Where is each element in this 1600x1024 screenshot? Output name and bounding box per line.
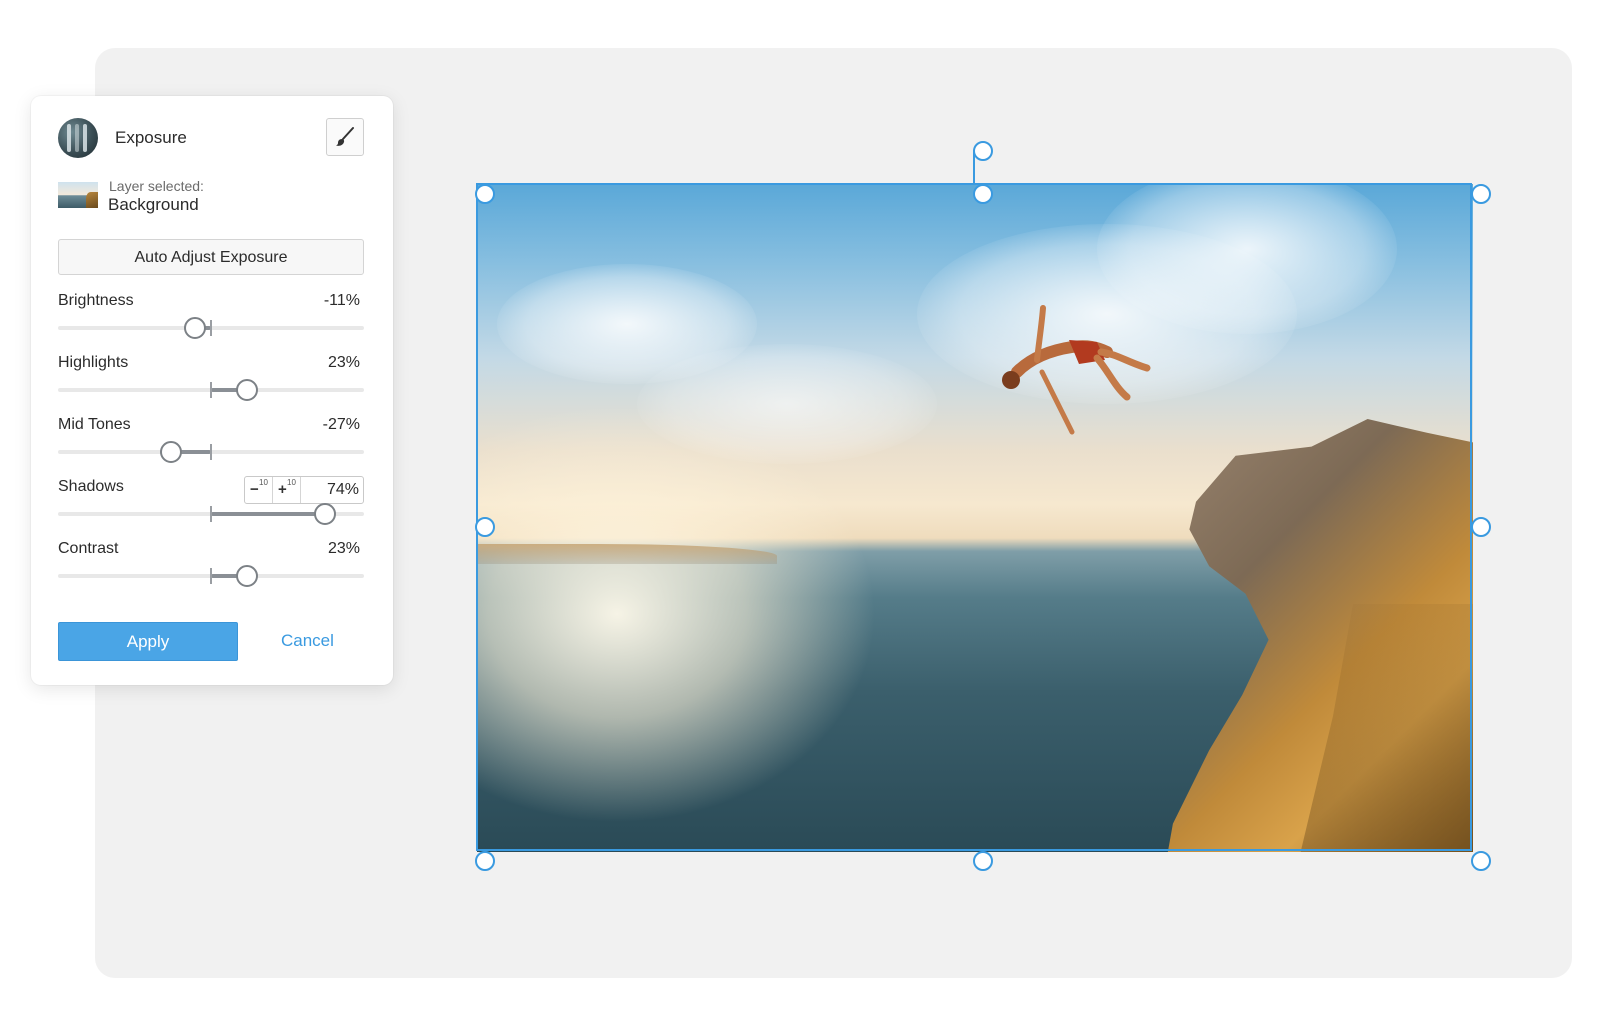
minus-icon: − — [250, 481, 259, 498]
decrement-amount: 10 — [259, 478, 268, 487]
brightness-label: Brightness — [58, 292, 134, 309]
contrast-label: Contrast — [58, 540, 119, 557]
resize-handle-bottom-right[interactable] — [1471, 851, 1491, 871]
shadows-stepper: − 10 + 10 74% — [244, 476, 364, 504]
mid-tones-slider[interactable] — [58, 441, 364, 463]
apply-button[interactable]: Apply — [58, 622, 238, 661]
slider-center-tick — [210, 320, 212, 336]
panel-title: Exposure — [115, 128, 187, 147]
shadows-slider-thumb[interactable] — [314, 503, 337, 525]
shadows-label: Shadows — [58, 478, 124, 495]
resize-handle-top[interactable] — [973, 184, 993, 204]
brush-icon — [336, 127, 354, 146]
layer-name: Background — [108, 195, 199, 214]
layer-thumbnail — [58, 182, 98, 208]
brightness-slider[interactable] — [58, 317, 364, 339]
increment-10-button[interactable]: + 10 — [273, 477, 301, 503]
brightness-value: -11% — [323, 292, 360, 309]
diver-figure — [1002, 305, 1151, 435]
slider-fill — [211, 512, 325, 516]
selected-layer-info: Layer selected: Background — [58, 178, 364, 218]
exposure-tool-icon — [58, 118, 98, 158]
panel-header: Exposure — [58, 118, 364, 158]
mid-tones-value: -27% — [322, 416, 360, 433]
resize-handle-top-left[interactable] — [475, 184, 495, 204]
decrement-10-button[interactable]: − 10 — [245, 477, 273, 503]
shadows-control: Shadows − 10 + 10 74% — [58, 476, 364, 528]
brightness-slider-thumb[interactable] — [184, 317, 207, 339]
highlights-slider[interactable] — [58, 379, 364, 401]
slider-center-tick — [210, 568, 212, 584]
resize-handle-bottom-left[interactable] — [475, 851, 495, 871]
mid-tones-label: Mid Tones — [58, 416, 131, 433]
highlights-control: Highlights 23% — [58, 354, 364, 404]
slider-center-tick — [210, 382, 212, 398]
slider-center-tick — [210, 506, 212, 522]
sun-glow — [477, 404, 877, 824]
mid-tones-control: Mid Tones -27% — [58, 416, 364, 466]
resize-handle-right[interactable] — [1471, 517, 1491, 537]
contrast-control: Contrast 23% — [58, 540, 364, 590]
shadows-value-input[interactable]: 74% — [301, 477, 363, 503]
brush-button[interactable] — [326, 118, 364, 156]
contrast-slider[interactable] — [58, 565, 364, 587]
highlights-label: Highlights — [58, 354, 129, 371]
auto-adjust-exposure-button[interactable]: Auto Adjust Exposure — [58, 239, 364, 275]
rotate-handle[interactable] — [973, 141, 993, 161]
plus-icon: + — [278, 481, 287, 498]
highlights-value: 23% — [327, 354, 360, 371]
contrast-value: 23% — [327, 540, 360, 557]
resize-handle-bottom[interactable] — [973, 851, 993, 871]
exposure-panel: Exposure Layer selected: Background Auto… — [31, 96, 393, 685]
resize-handle-top-right[interactable] — [1471, 184, 1491, 204]
contrast-slider-thumb[interactable] — [236, 565, 259, 587]
mid-tones-slider-thumb[interactable] — [159, 441, 182, 463]
cancel-button[interactable]: Cancel — [281, 622, 334, 659]
resize-handle-left[interactable] — [475, 517, 495, 537]
canvas-image[interactable] — [477, 184, 1473, 852]
layer-selected-label: Layer selected: — [109, 178, 204, 194]
brightness-control: Brightness -11% — [58, 292, 364, 342]
highlights-slider-thumb[interactable] — [236, 379, 259, 401]
increment-amount: 10 — [287, 478, 296, 487]
shadows-slider[interactable] — [58, 503, 364, 525]
slider-center-tick — [210, 444, 212, 460]
